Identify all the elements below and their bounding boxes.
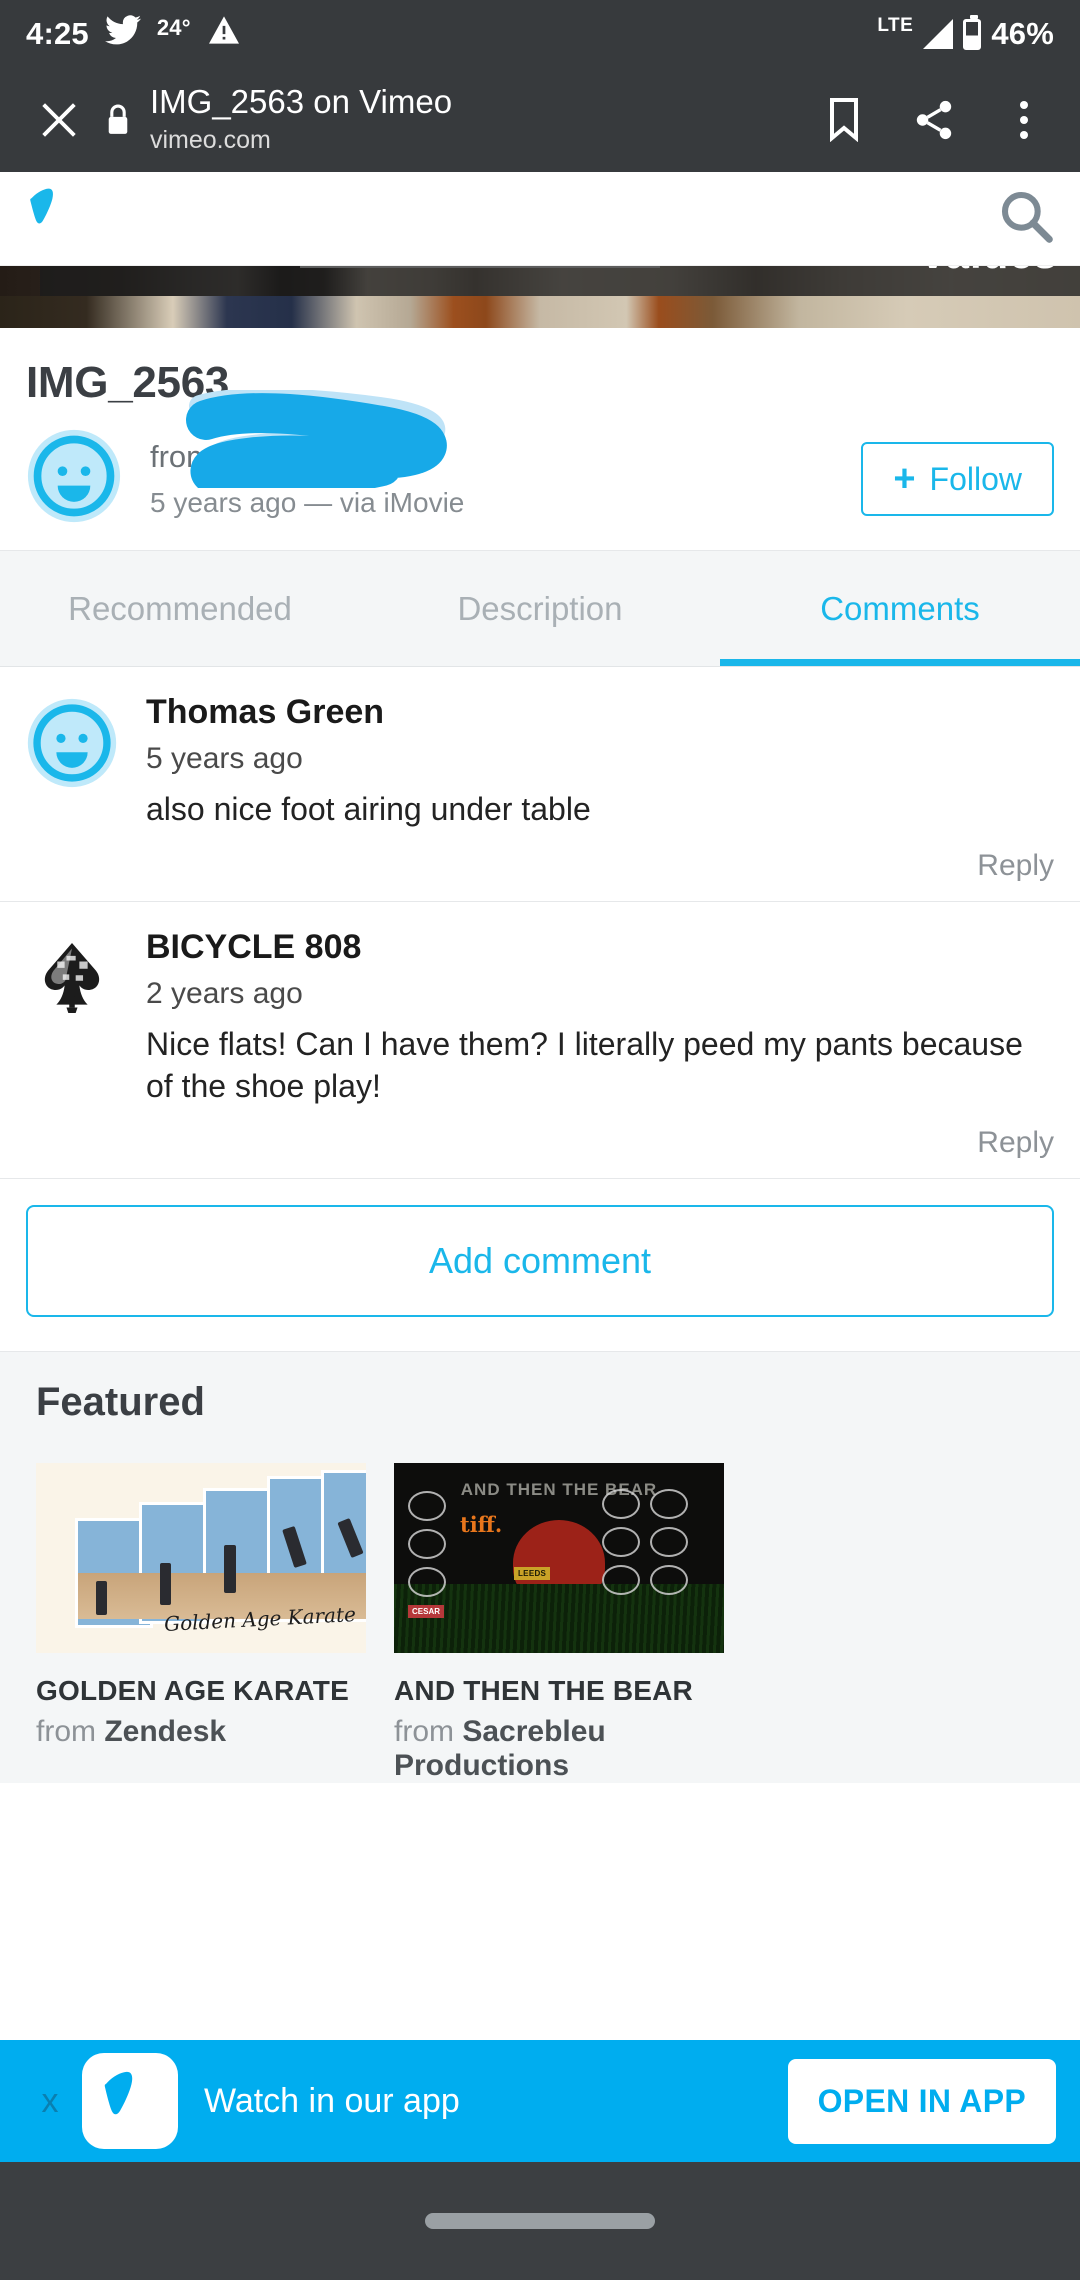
comment-text: also nice foot airing under table	[146, 791, 591, 828]
video-frame-bottom	[0, 296, 1080, 328]
comment-author[interactable]: Thomas Green	[146, 693, 1054, 732]
follow-label: Follow	[929, 460, 1022, 497]
featured-title[interactable]: AND THEN THE BEAR	[394, 1675, 724, 1707]
video-info: IMG_2563 from 5 years ago — via iMovie +…	[0, 328, 1080, 551]
comment-author[interactable]: BICYCLE 808	[146, 928, 1054, 967]
app-banner-text: Watch in our app	[204, 2081, 460, 2120]
site-header	[0, 172, 1080, 266]
video-uploader-line[interactable]: from	[150, 438, 861, 477]
from-label: from	[36, 1714, 96, 1748]
comment-item: BICYCLE 808 2 years ago Nice flats! Can …	[0, 901, 1080, 1179]
warning-triangle-icon	[207, 15, 241, 53]
network-type-label: LTE	[877, 15, 914, 36]
battery-percent-label: 46%	[991, 16, 1054, 51]
search-icon[interactable]	[998, 188, 1054, 249]
featured-author[interactable]: Zendesk	[104, 1715, 226, 1748]
festival-badge: CESAR	[408, 1604, 445, 1618]
progress-bar[interactable]	[300, 266, 660, 268]
comment-text: Nice flats! Can I have them? I literally…	[146, 1025, 1023, 1105]
tab-recommended[interactable]: Recommended	[0, 551, 360, 666]
featured-card[interactable]: AND THEN THE BEAR tiff. LEEDS CESAR AND …	[394, 1462, 724, 1783]
featured-title[interactable]: GOLDEN AGE KARATE	[36, 1675, 366, 1707]
twitter-icon	[104, 15, 141, 53]
plus-icon: +	[893, 458, 916, 500]
smiley-avatar[interactable]	[26, 428, 122, 524]
comment-timestamp: 5 years ago	[146, 742, 303, 776]
add-comment-button[interactable]: Add comment	[26, 1204, 1054, 1317]
signal-icon	[923, 19, 954, 49]
content-tabs: Recommended Description Comments	[0, 551, 1080, 667]
app-install-banner: x Watch in our app OPEN IN APP	[0, 2040, 1080, 2162]
status-bar: 4:25 24° LTE 46%	[0, 0, 1080, 68]
video-title: IMG_2563	[26, 358, 230, 407]
reply-link[interactable]: Reply	[26, 849, 1054, 883]
battery-icon	[963, 14, 982, 50]
add-comment-section: Add comment	[0, 1178, 1080, 1352]
video-player[interactable]: values	[0, 266, 1080, 328]
follow-button[interactable]: + Follow	[861, 442, 1054, 516]
featured-section: Featured Golden Age Karate GOLDEN AGE KA…	[0, 1351, 1080, 1783]
comment-timestamp: 2 years ago	[146, 976, 303, 1010]
page-title: IMG_2563 on Vimeo	[150, 83, 453, 120]
share-icon[interactable]	[906, 92, 962, 148]
vimeo-logo[interactable]	[26, 186, 84, 251]
video-meta: 5 years ago — via iMovie	[150, 486, 465, 518]
golden-age-karate-thumbnail[interactable]: Golden Age Karate	[36, 1462, 366, 1653]
temperature-indicator: 24°	[156, 15, 191, 40]
featured-card[interactable]: Golden Age Karate GOLDEN AGE KARATE from…	[36, 1462, 366, 1783]
thumbnail-badge: tiff.	[460, 1512, 503, 1538]
close-icon[interactable]	[28, 97, 90, 143]
from-label: from	[394, 1714, 454, 1748]
more-vertical-icon[interactable]	[996, 92, 1052, 148]
festival-badge: LEEDS	[514, 1566, 551, 1580]
from-label: from	[150, 439, 212, 474]
lock-icon	[90, 103, 146, 137]
smiley-avatar[interactable]	[26, 697, 118, 789]
system-navigation-bar	[0, 2162, 1080, 2280]
player-overlay-text: values	[921, 266, 1058, 278]
bookmark-icon[interactable]	[816, 92, 872, 148]
open-in-app-button[interactable]: OPEN IN APP	[787, 2058, 1056, 2144]
featured-heading: Featured	[36, 1379, 205, 1424]
tab-comments[interactable]: Comments	[720, 551, 1080, 666]
and-then-the-bear-thumbnail[interactable]: AND THEN THE BEAR tiff. LEEDS CESAR	[394, 1462, 724, 1653]
spade-card-avatar[interactable]	[26, 932, 118, 1024]
reply-link[interactable]: Reply	[26, 1126, 1054, 1160]
home-gesture-pill[interactable]	[425, 2213, 655, 2229]
featured-author-line: from Sacrebleu Productions	[394, 1715, 724, 1783]
status-time: 4:25	[26, 16, 89, 51]
vimeo-app-icon[interactable]	[82, 2053, 178, 2149]
tab-description[interactable]: Description	[360, 551, 720, 666]
close-icon[interactable]: x	[24, 2082, 76, 2121]
featured-author-line: from Zendesk	[36, 1715, 366, 1749]
page-url[interactable]: vimeo.com	[150, 125, 806, 156]
browser-toolbar: IMG_2563 on Vimeo vimeo.com	[0, 68, 1080, 172]
comment-item: Thomas Green 5 years ago also nice foot …	[0, 667, 1080, 902]
